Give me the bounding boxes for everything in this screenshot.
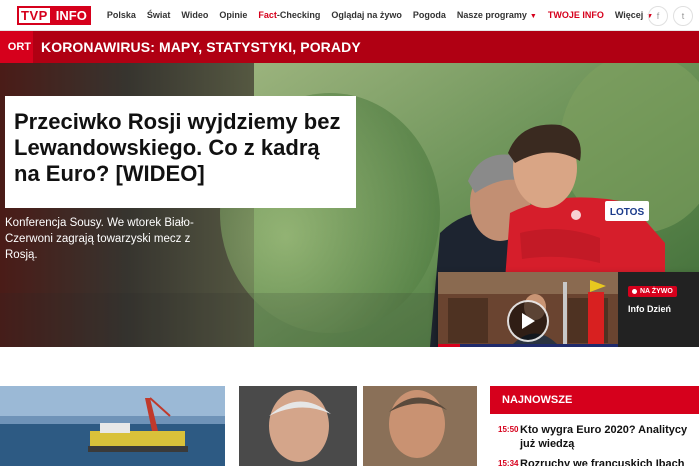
nav-fact-checking[interactable]: Fact-Checking	[258, 10, 320, 20]
live-badge: NA ŻYWO	[628, 286, 677, 297]
live-badge-label: NA ŻYWO	[640, 288, 673, 295]
news-time: 15:50	[498, 425, 519, 434]
latest-news-item[interactable]: 15:34 Rozruchy we francuskich Ibach w	[490, 457, 699, 466]
play-icon	[522, 313, 535, 329]
facebook-icon[interactable]: f	[648, 6, 668, 26]
nav-swiat[interactable]: Świat	[147, 10, 171, 20]
nav-twoje-info[interactable]: TWOJE INFO	[548, 10, 604, 20]
article-card-politicians[interactable]	[239, 386, 477, 466]
social-links: f t	[643, 6, 693, 26]
tvp-info-logo[interactable]: TVP INFO	[17, 5, 91, 25]
fact-suffix: -Checking	[276, 10, 321, 20]
lead-text[interactable]: Konferencja Sousy. We wtorek Biało-Czerw…	[5, 215, 215, 263]
lotos-sponsor-text: LOTOS	[610, 207, 645, 218]
politicians-photo	[239, 386, 477, 466]
news-time: 15:34	[498, 459, 519, 466]
nav-pogoda[interactable]: Pogoda	[413, 10, 446, 20]
twitter-icon[interactable]: t	[673, 6, 693, 26]
nav-nasze-programy-label: Nasze programy	[456, 10, 527, 20]
nav-nasze-programy[interactable]: Nasze programy ▼	[457, 10, 537, 20]
nav-polska[interactable]: Polska	[107, 10, 136, 20]
chevron-down-icon: ▼	[529, 13, 537, 20]
live-dot-icon	[632, 289, 637, 294]
topic-bar: ORT KORONAWIRUS: MAPY, STATYSTYKI, PORAD…	[0, 31, 699, 63]
fact-prefix: Fact	[258, 10, 277, 20]
nav-wiecej-label: Więcej	[614, 10, 644, 20]
latest-news-item[interactable]: 15:50 Kto wygra Euro 2020? Analitycy już…	[490, 423, 699, 451]
bottom-section: NAJNOWSZE 15:50 Kto wygra Euro 2020? Ana…	[0, 347, 699, 466]
nav-wideo[interactable]: Wideo	[181, 10, 208, 20]
latest-news-panel: NAJNOWSZE 15:50 Kto wygra Euro 2020? Ana…	[490, 386, 699, 466]
article-card-ship[interactable]	[0, 386, 225, 466]
news-title[interactable]: Kto wygra Euro 2020? Analitycy już wiedz…	[520, 423, 695, 451]
topic-tag[interactable]: ORT	[0, 31, 33, 63]
live-program-name[interactable]: Info Dzień	[628, 304, 699, 314]
headline[interactable]: Przeciwko Rosji wyjdziemy bez Lewandowsk…	[14, 109, 346, 187]
headline-box[interactable]: Przeciwko Rosji wyjdziemy bez Lewandowsk…	[5, 96, 356, 208]
logo-tvp: TVP	[17, 5, 52, 25]
nav-opinie[interactable]: Opinie	[219, 10, 247, 20]
play-button[interactable]	[507, 300, 549, 342]
topic-title[interactable]: KORONAWIRUS: MAPY, STATYSTYKI, PORADY	[41, 39, 361, 55]
top-navigation: TVP INFO Polska Świat Wideo Opinie Fact-…	[0, 0, 699, 31]
main-menu: Polska Świat Wideo Opinie Fact-Checking …	[107, 10, 664, 20]
ship-photo	[0, 386, 225, 466]
logo-info: INFO	[51, 5, 91, 25]
news-title[interactable]: Rozruchy we francuskich Ibach w	[520, 457, 695, 466]
page: TVP INFO Polska Świat Wideo Opinie Fact-…	[0, 0, 699, 466]
nav-ogladaj-na-zywo[interactable]: Oglądaj na żywo	[331, 10, 402, 20]
latest-news-heading[interactable]: NAJNOWSZE	[490, 386, 699, 414]
